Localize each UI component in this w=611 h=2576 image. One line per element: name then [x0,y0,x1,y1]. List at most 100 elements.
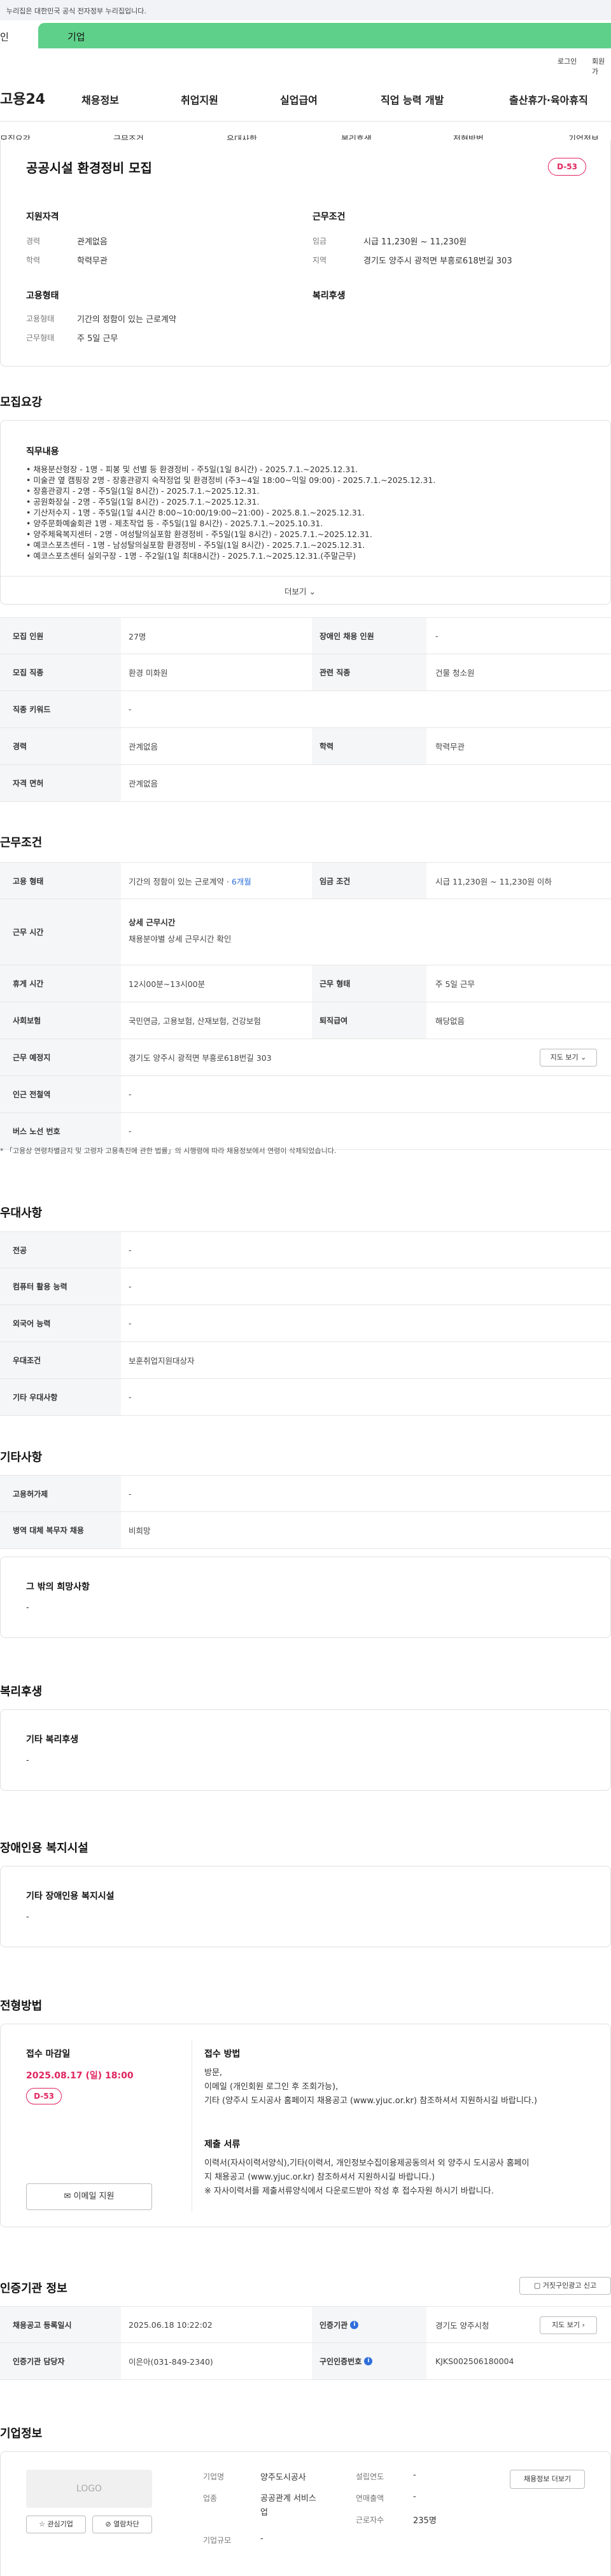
user-type-tabs: 인 기업 [0,20,611,50]
email-apply-label: 이메일 지원 [73,2192,115,2201]
gnb-employment-support[interactable]: 취업지원 [181,92,218,107]
section-title-recruit: 모집요강 [0,396,43,409]
employees-value: 235명 [413,2516,437,2526]
table-row: 사회보험 국민연금, 고용보험, 산재보험, 건강보험 퇴직급여 해당없음 [0,1002,611,1039]
company-card: LOGO ☆ 관심기업 ⊘ 열람차단 기업명 양주도시공사 업종 공공관계 서비… [0,2451,611,2576]
industry-line: 업 [260,2508,268,2517]
gov-banner-text: 누리집은 대한민국 공식 전자정부 누리집입니다. [6,7,146,15]
founded-label: 설립연도 [356,2472,384,2481]
table-row: 버스 노선 번호 - [0,1113,611,1150]
duty-item: • 미술관 옆 캠핑장 2명 - 장흥관광지 숙작정업 및 환경정비 (주3~4… [26,475,436,485]
company-logo: LOGO [26,2470,152,2508]
row-value: - [129,1392,132,1402]
gnb-parental-leave[interactable]: 출산휴가·육아휴직 [509,92,588,107]
method-item: 이메일 (개인회원 로그인 후 조회가능), [204,2082,339,2092]
education-label: 학력 [26,256,41,265]
company-name-label: 기업명 [203,2472,225,2481]
row-label: 모집 직종 [0,654,121,690]
table-row: 고용 형태 기간의 정함이 있는 근로계약 · 6개월 임금 조건 시급 11,2… [0,862,611,899]
signup-link[interactable]: 회원가 [592,56,611,76]
gnb-jobs[interactable]: 채용정보 [81,92,119,107]
row-label: 컴퓨터 활용 능력 [0,1268,121,1305]
report-button[interactable]: ▢ 거짓구인광고 신고 [519,2277,611,2295]
row-label: 퇴직급여 [312,1002,426,1039]
row-value: - [129,1089,132,1099]
map-button[interactable]: 지도 보기 ⌄ [540,1049,597,1067]
detail-time-heading: 상세 근무시간 [129,918,176,927]
welfare-card: 기타 복리후생 - [0,1709,611,1791]
agency-map-button[interactable]: 지도 보기 › [540,2316,597,2334]
tab-enterprise[interactable]: 기업 [38,23,611,48]
more-jobs-button[interactable]: 채용정보 더보기 [510,2470,585,2489]
age-notice: * 「고용상 연령차별금지 및 고령자 고용촉진에 관한 법률」의 시행령에 따… [0,1147,337,1155]
chevron-down-icon: ⌄ [580,1053,587,1061]
row-label: 휴게 시간 [0,965,121,1002]
table-row: 우대조건 보훈취업지원대상자 [0,1342,611,1379]
divider [1,576,610,577]
row-value: 학력무관 [435,742,465,752]
row-value: - [435,631,439,641]
employees-label: 근로자수 [356,2516,384,2524]
row-value: 국민연금, 고용보험, 산재보험, 건강보험 [129,1016,261,1026]
no-label: 구인인증번호 [320,2357,362,2366]
tab-personal[interactable]: 인 [0,23,38,48]
row-value: - [129,1488,132,1499]
star-icon: ☆ [39,2520,45,2528]
section-title-etc: 기타사항 [0,1451,43,1464]
employment-type-value: 기간의 정함이 있는 근로계약 [77,315,176,325]
summary-card: 공공시설 환경정비 모집 D-53 지원자격 경력 관계없음 학력 학력무관 근… [0,140,611,367]
section-title-process: 전형방법 [0,1999,43,2013]
row-value: 이은아(031-849-2340) [129,2357,213,2367]
block-company-button[interactable]: ⊘ 열람차단 [92,2516,152,2533]
email-apply-button[interactable]: ✉ 이메일 지원 [26,2183,152,2210]
site-logo[interactable]: 고용24 [0,88,45,108]
work-days-label: 근무형태 [26,333,55,342]
info-icon[interactable]: i [350,2320,359,2329]
row-value: 2025.06.18 10:22:02 [129,2320,213,2330]
table-row: 직종 키워드 - [0,691,611,728]
info-icon[interactable]: i [364,2357,373,2365]
divider [0,121,611,122]
row-label: 사회보험 [0,1002,121,1039]
row-label: 버스 노선 번호 [0,1113,121,1149]
industry-label: 업종 [203,2494,218,2503]
map-label: 지도 보기 [550,1053,579,1061]
row-label: 임금 조건 [312,863,426,899]
login-link[interactable]: 로그인 [558,56,577,66]
detail-time-value: 채용분야별 상세 근무시간 확인 [129,934,232,944]
section-title-work: 근무조건 [0,836,43,850]
more-button[interactable]: 더보기 ⌄ [284,585,316,597]
table-row: 휴게 시간 12시00분~13시00분 근무 형태 주 5일 근무 [0,965,611,1002]
row-value: - [129,1282,132,1291]
row-value: 경기도 양주시청 [435,2320,489,2330]
location-label: 지역 [313,256,327,265]
row-label: 고용 형태 [0,863,121,899]
welfare-etc-heading: 기타 복리후생 [26,1735,79,1745]
disabled-etc-value: - [26,1912,29,1922]
row-value: - [129,704,132,714]
row-label: 직종 키워드 [0,691,121,727]
job-title: 공공시설 환경정비 모집 [26,160,152,176]
document-icon: ▢ [533,2281,541,2290]
employment-type: 기간의 정함이 있는 근로계약 · [129,876,229,886]
company-name-value: 양주도시공사 [260,2473,306,2482]
row-value: 관계없음 [129,742,158,752]
favorite-company-button[interactable]: ☆ 관심기업 [26,2516,86,2533]
revenue-label: 연매출액 [356,2494,384,2503]
row-value: 시급 11,230원 ~ 11,230원 이하 [435,876,552,886]
employment-type-heading: 고용형태 [26,291,59,301]
gnb-vocational-training[interactable]: 직업 능력 개발 [381,92,444,107]
method-list: 방문, 이메일 (개인회원 로그인 후 조회가능), 기타 (양주시 도시공사 … [204,2066,537,2108]
duty-heading: 직무내용 [26,447,59,457]
row-value: 기간의 정함이 있는 근로계약 · 6개월 [129,863,251,899]
table-row: 고용허가제 - [0,1475,611,1512]
row-label: 학력 [312,728,426,764]
table-row: 모집 인원 27명 장애인 채용 인원 - [0,617,611,654]
duty-item: • 장흥관광지 - 2명 - 주5일(1일 8시간) - 2025.7.1.~2… [26,486,260,496]
section-title-preference: 우대사항 [0,1207,43,1220]
duty-item: • 예코스포츠센터 - 1명 - 남성탈의실포함 환경정비 - 주5일(1일 8… [26,540,365,550]
row-label: 인증기관 i [312,2307,426,2342]
table-row: 근무 시간 상세 근무시간 채용분야별 상세 근무시간 확인 [0,899,611,965]
table-row: 근무 예정지 경기도 양주시 광적면 부흥로618번길 303 지도 보기 ⌄ [0,1039,611,1076]
gnb-unemployment-benefit[interactable]: 실업급여 [280,92,318,107]
